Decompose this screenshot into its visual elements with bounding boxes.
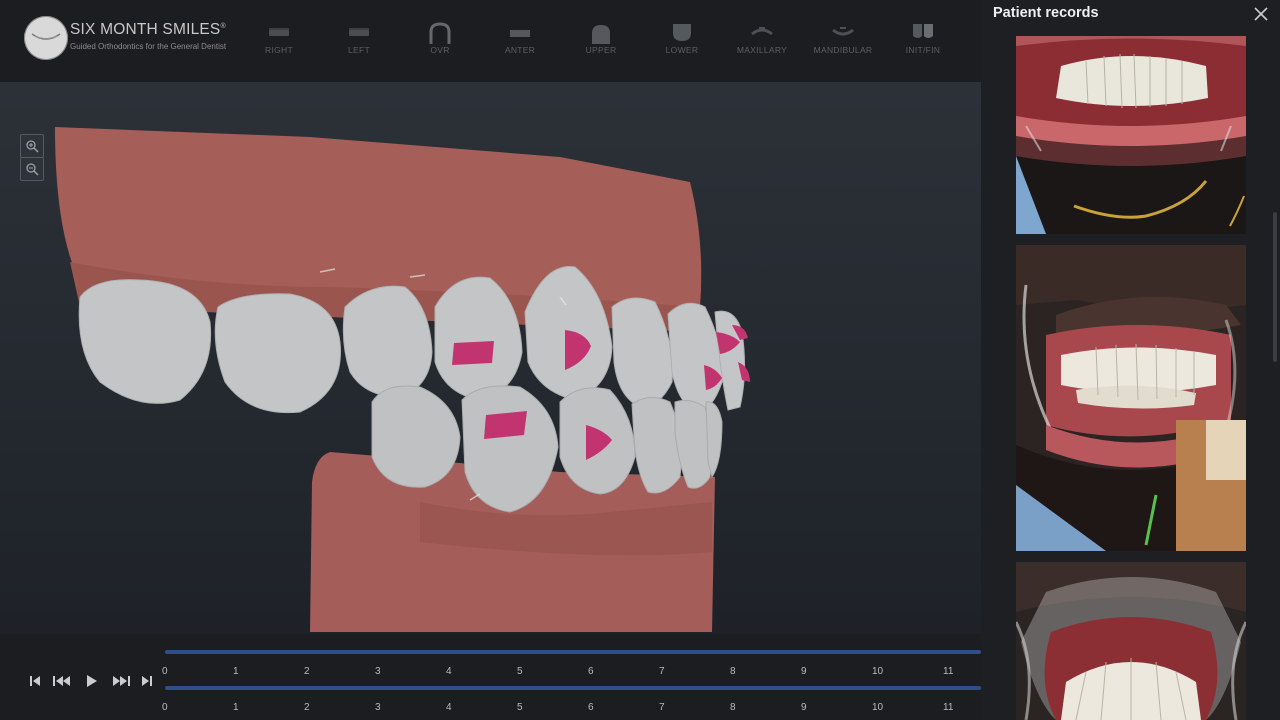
patient-photo-occlusal[interactable] [1016, 562, 1246, 720]
dental-model-3d[interactable] [0, 82, 981, 634]
upper-central [667, 302, 723, 413]
zoom-out-icon [26, 163, 39, 176]
timeline-tick-label: 8 [730, 666, 736, 677]
timeline-tick-label: 6 [588, 702, 594, 713]
timeline-tick-label: 11 [943, 702, 954, 713]
timeline-tick-label: 1 [233, 702, 239, 713]
timeline-tick-label: 10 [872, 702, 884, 713]
zoom-in-button[interactable] [20, 134, 44, 158]
timeline-tick-label: 7 [659, 702, 665, 713]
timeline-tick-label: 3 [375, 666, 381, 677]
top-toolbar: SIX MONTH SMILES® Guided Orthodontics fo… [0, 0, 981, 82]
close-icon [1254, 7, 1268, 21]
timeline-tick-label: 7 [659, 666, 665, 677]
timeline-tick-label: 0 [162, 666, 168, 677]
view-upper-button[interactable]: UPPER [566, 20, 636, 60]
skip-to-start-button[interactable] [28, 674, 42, 688]
upper-molar-2 [214, 293, 341, 414]
overjet-view-icon [429, 22, 451, 44]
close-panel-button[interactable] [1253, 6, 1269, 22]
mandibular-icon [832, 27, 854, 36]
upper-premolar-1 [342, 285, 433, 398]
skip-to-end-button[interactable] [140, 674, 154, 688]
view-anter-button[interactable]: ANTER [485, 20, 555, 60]
play-button[interactable] [84, 674, 98, 688]
timeline-tick-label: 9 [801, 702, 807, 713]
fast-forward-icon [113, 676, 130, 686]
play-icon [87, 675, 97, 687]
upper-arch-timeline-bar[interactable] [165, 650, 981, 654]
timeline-tick-label: 4 [446, 702, 452, 713]
treatment-timeline: 0 1 2 3 4 5 6 7 8 9 10 11 0 1 2 3 4 5 6 7 8 9 10 11 [0, 634, 981, 720]
timeline-tick-label: 5 [517, 702, 523, 713]
brand-tagline: Guided Orthodontics for the General Dent… [70, 42, 227, 51]
logo-badge-icon [24, 16, 68, 60]
patient-photo-frontal[interactable] [1016, 36, 1246, 234]
view-mandibular-button[interactable]: MANDIBULAR [808, 20, 878, 60]
view-right-button[interactable]: RIGHT [244, 20, 314, 60]
model-viewport[interactable] [0, 82, 981, 634]
skip-end-icon [142, 676, 152, 686]
lower-arch-timeline-bar[interactable] [165, 686, 981, 690]
timeline-tick-label: 4 [446, 666, 452, 677]
timeline-tick-label: 10 [872, 666, 884, 677]
step-forward-button[interactable] [111, 674, 131, 688]
panel-scrollbar[interactable] [1273, 212, 1277, 362]
view-ovr-button[interactable]: OVR [405, 20, 475, 60]
timeline-tick-label: 2 [304, 666, 310, 677]
view-left-button[interactable]: LEFT [324, 20, 394, 60]
left-view-icon [349, 28, 369, 36]
upper-arch-icon [592, 25, 610, 44]
view-lower-button[interactable]: LOWER [647, 20, 717, 60]
timeline-tick-label: 0 [162, 702, 168, 713]
timeline-tick-label: 11 [943, 666, 954, 677]
timeline-tick-label: 1 [233, 666, 239, 677]
skip-start-icon [30, 676, 40, 686]
init-fin-icon [913, 24, 933, 38]
lower-arch-icon [673, 24, 691, 41]
maxillary-icon [751, 27, 773, 36]
rewind-icon [53, 676, 70, 686]
right-view-icon [269, 28, 289, 36]
timeline-tick-label: 8 [730, 702, 736, 713]
zoom-in-icon [26, 140, 39, 153]
brand-name: SIX MONTH SMILES® [70, 21, 226, 38]
step-back-button[interactable] [52, 674, 72, 688]
brand-logo: SIX MONTH SMILES® Guided Orthodontics fo… [24, 14, 254, 64]
view-maxillary-button[interactable]: MAXILLARY [727, 20, 797, 60]
timeline-tick-label: 9 [801, 666, 807, 677]
patient-records-panel: Patient records [981, 0, 1280, 720]
anterior-view-icon [510, 30, 530, 37]
panel-title: Patient records [993, 5, 1099, 21]
timeline-tick-label: 3 [375, 702, 381, 713]
timeline-tick-label: 2 [304, 702, 310, 713]
lower-premolar-1 [371, 385, 461, 488]
timeline-tick-label: 6 [588, 666, 594, 677]
timeline-tick-label: 5 [517, 666, 523, 677]
view-init-fin-button[interactable]: INIT/FIN [888, 20, 958, 60]
upper-molar-1 [78, 279, 212, 404]
zoom-out-button[interactable] [20, 157, 44, 181]
patient-photo-lateral[interactable] [1016, 245, 1246, 551]
